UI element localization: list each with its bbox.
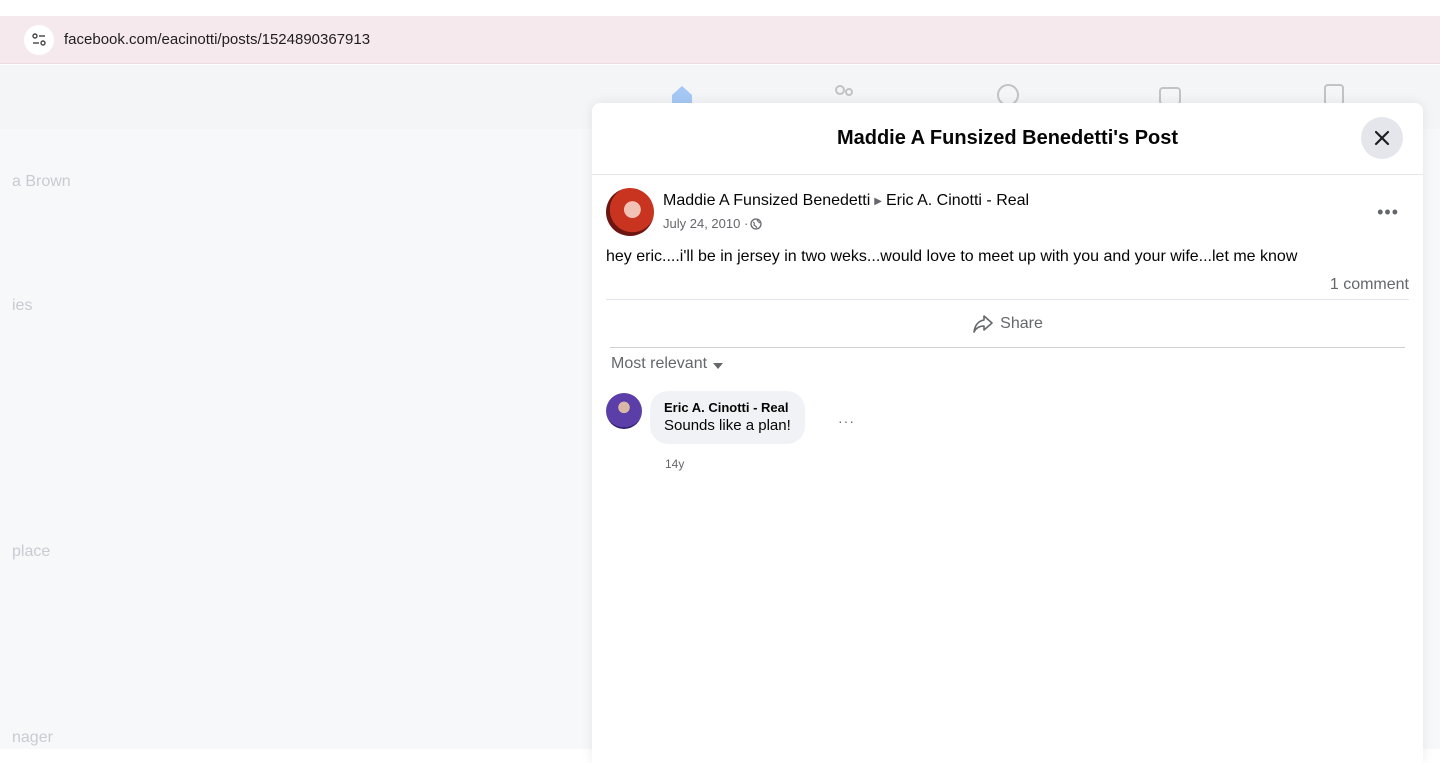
- close-icon: [1374, 130, 1390, 146]
- share-icon: [973, 315, 993, 333]
- divider: [606, 299, 1409, 300]
- browser-top-strip: [0, 0, 1440, 16]
- sidebar-item-marketplace[interactable]: place: [12, 543, 50, 561]
- modal-header: Maddie A Funsized Benedetti's Post: [592, 103, 1423, 175]
- commenter-avatar[interactable]: [606, 393, 642, 429]
- close-button[interactable]: [1361, 117, 1403, 159]
- post-text: hey eric....i'll be in jersey in two wek…: [606, 248, 1298, 265]
- site-info-button[interactable]: [24, 24, 54, 55]
- share-button[interactable]: Share: [606, 303, 1409, 345]
- share-label: Share: [1000, 315, 1043, 332]
- caret-down-icon: [713, 362, 724, 369]
- globe-icon: [750, 217, 762, 230]
- sidebar-item-profile[interactable]: a Brown: [12, 173, 71, 191]
- comment-bubble: Eric A. Cinotti - Real Sounds like a pla…: [650, 391, 805, 444]
- post-date-link[interactable]: July 24, 2010 ·: [663, 216, 748, 231]
- post-header: Maddie A Funsized Benedetti ▶ Eric A. Ci…: [606, 188, 1409, 238]
- comment-text: Sounds like a plan!: [664, 417, 791, 434]
- sidebar-item-ads-manager[interactable]: nager: [12, 729, 53, 747]
- recipient-name-link[interactable]: Eric A. Cinotti - Real: [886, 192, 1029, 210]
- commenter-name-link[interactable]: Eric A. Cinotti - Real: [664, 400, 791, 415]
- sidebar-item-memories[interactable]: ies: [12, 297, 32, 315]
- comment-age-link[interactable]: 14y: [665, 457, 684, 471]
- author-name-link[interactable]: Maddie A Funsized Benedetti: [663, 192, 870, 210]
- post-meta: July 24, 2010 ·: [663, 216, 762, 231]
- post-options-button[interactable]: •••: [1377, 202, 1399, 223]
- comment-count-link[interactable]: 1 comment: [1330, 276, 1409, 294]
- more-horizontal-icon: ···: [838, 413, 855, 429]
- comments-sort-label: Most relevant: [611, 355, 708, 372]
- author-avatar[interactable]: [606, 188, 654, 236]
- tune-icon: [32, 32, 46, 46]
- modal-title: Maddie A Funsized Benedetti's Post: [836, 127, 1179, 149]
- comment-options-button[interactable]: ···: [838, 413, 855, 429]
- url-text[interactable]: facebook.com/eacinotti/posts/15248903679…: [64, 31, 370, 48]
- divider: [610, 347, 1405, 348]
- more-horizontal-icon: •••: [1377, 202, 1399, 222]
- author-line: Maddie A Funsized Benedetti ▶ Eric A. Ci…: [663, 192, 1029, 210]
- post-modal: Maddie A Funsized Benedetti's Post Maddi…: [592, 103, 1423, 763]
- triangle-right-icon: ▶: [874, 195, 882, 207]
- address-bar[interactable]: facebook.com/eacinotti/posts/15248903679…: [0, 16, 1440, 64]
- comments-sort-dropdown[interactable]: Most relevant: [611, 355, 724, 373]
